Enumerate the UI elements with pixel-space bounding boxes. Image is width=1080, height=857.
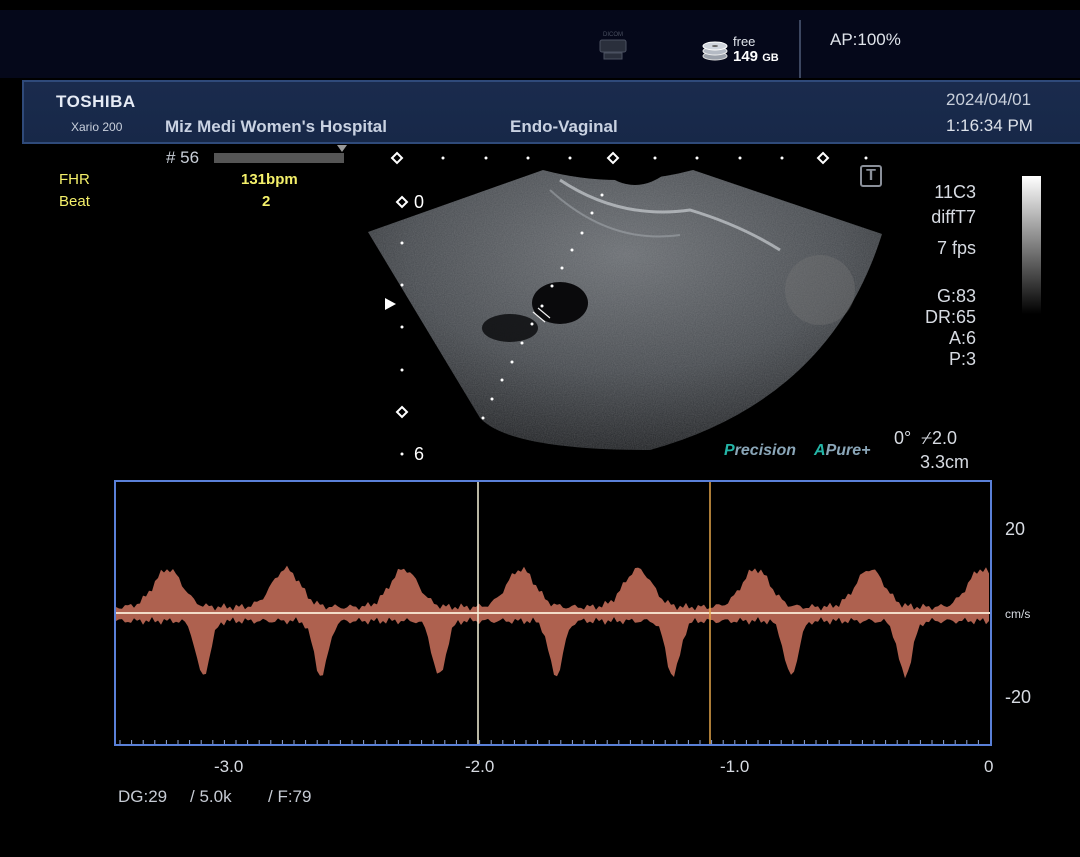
imaging-mode: diffT7 xyxy=(931,207,976,227)
doppler-gain: DG:29 xyxy=(118,787,168,806)
exam-date: 2024/04/01 xyxy=(946,90,1032,109)
grayscale-bar xyxy=(1022,176,1041,314)
gain-value: G:83 xyxy=(936,286,976,306)
apure-logo: APure+ xyxy=(814,442,871,459)
beat-label: Beat xyxy=(59,193,90,210)
model-name: Xario 200 xyxy=(71,120,123,134)
velocity-unit: cm/s xyxy=(1005,607,1031,621)
brand-logo: TOSHIBA xyxy=(56,92,136,111)
disk-icon xyxy=(702,41,728,61)
transducer-label: 11C3 xyxy=(934,182,976,202)
free-space-label: free xyxy=(733,34,756,49)
hospital-name: Miz Medi Women's Hospital xyxy=(165,117,387,136)
cine-frame-marker[interactable] xyxy=(337,145,347,152)
doppler-waveform xyxy=(116,482,990,744)
frame-number: # 56 xyxy=(166,148,200,167)
doppler-envelope xyxy=(116,565,989,679)
cine-frame-bar[interactable] xyxy=(214,153,344,163)
header-panel: TOSHIBA Xario 200 Miz Medi Women's Hospi… xyxy=(22,80,1080,144)
beat-value: 2 xyxy=(262,193,271,210)
time-tick: 0 xyxy=(984,757,994,776)
p-value: P:3 xyxy=(948,349,976,369)
precision-logo: Precision xyxy=(724,442,797,459)
a-value: A:6 xyxy=(948,328,976,348)
acoustic-power: AP:100% xyxy=(830,30,901,49)
frame-rate: 7 fps xyxy=(936,238,976,258)
depth-scale-bottom: 6 xyxy=(414,444,425,464)
fhr-value: 131bpm xyxy=(241,171,298,188)
angle-scale-readout: 0° ⌿2.0 xyxy=(894,428,958,448)
time-tick: -2.0 xyxy=(465,757,495,776)
sample-depth: 3.3cm xyxy=(920,452,970,472)
bmode-image xyxy=(368,151,882,456)
time-tick: -1.0 xyxy=(720,757,750,776)
velocity-tick-bottom: -20 xyxy=(1005,687,1032,707)
t-marker-icon: T xyxy=(860,165,882,187)
exam-preset: Endo-Vaginal xyxy=(510,117,618,136)
svg-text:DICOM: DICOM xyxy=(603,32,623,38)
velocity-tick-top: 20 xyxy=(1005,519,1026,539)
time-tick: -3.0 xyxy=(214,757,244,776)
status-bar: DICOM free 149 GB AP:100% xyxy=(0,0,1080,78)
exam-time: 1:16:34 PM xyxy=(946,116,1033,135)
dicom-icon: DICOM xyxy=(599,32,627,60)
doppler-prf: / 5.0k xyxy=(190,787,232,806)
status-divider xyxy=(799,20,801,78)
free-space-value: 149 GB xyxy=(733,48,779,65)
fhr-label: FHR xyxy=(59,171,90,188)
depth-scale-top: 0 xyxy=(414,192,425,212)
doppler-filter: / F:79 xyxy=(268,787,312,806)
dynamic-range: DR:65 xyxy=(924,307,976,327)
doppler-spectrum xyxy=(114,480,992,746)
